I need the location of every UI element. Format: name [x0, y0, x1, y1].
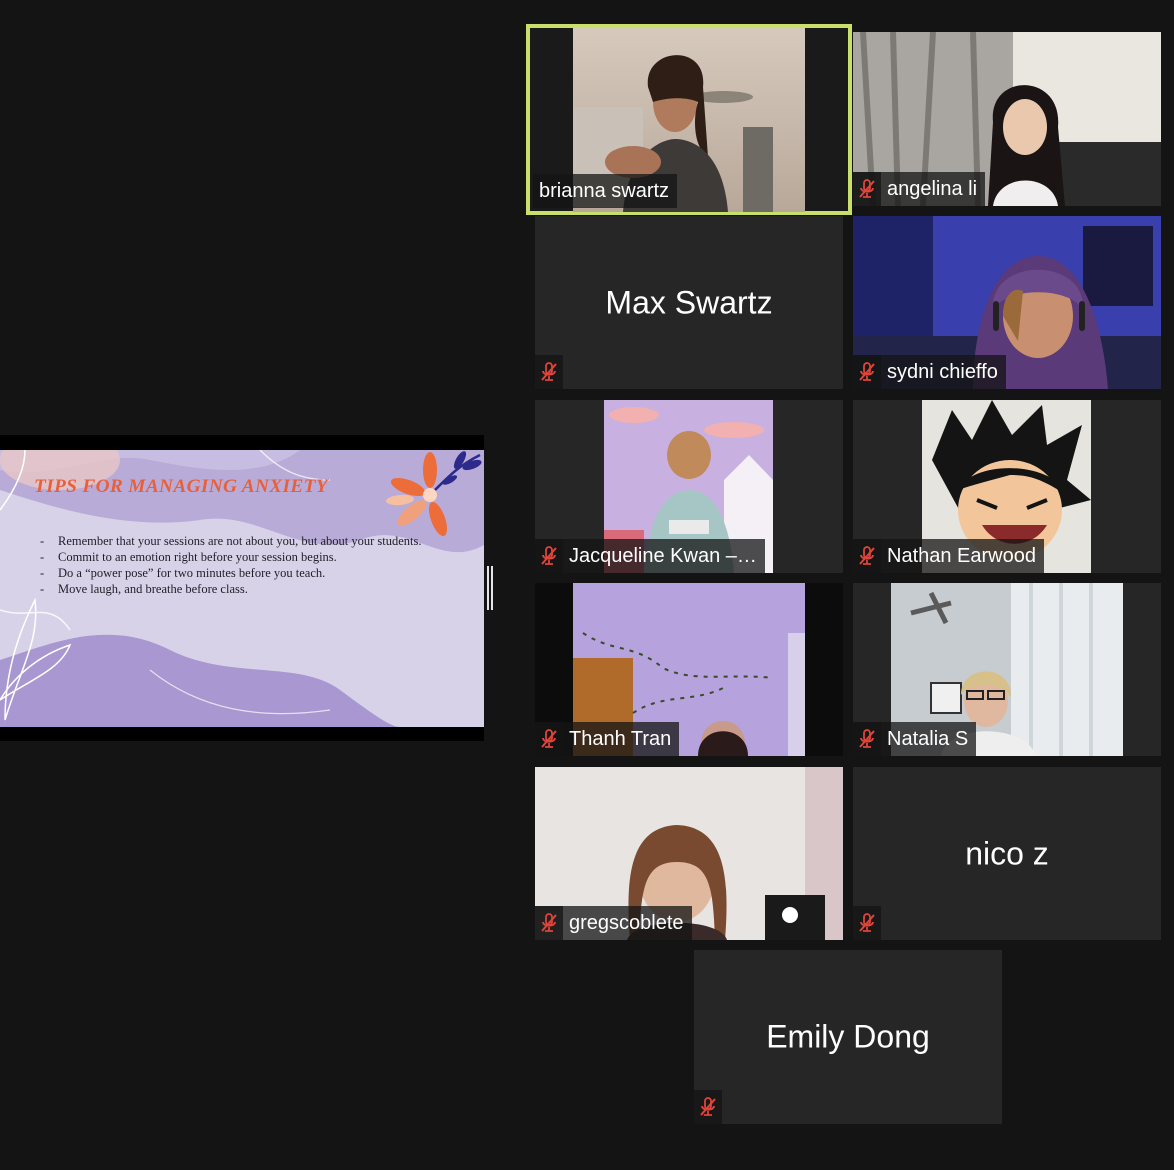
muted-mic-icon — [853, 172, 881, 206]
participant-tile-nico-z[interactable]: nico z — [853, 767, 1161, 940]
muted-mic-icon — [694, 1090, 722, 1124]
participant-name-tag: Thanh Tran — [535, 722, 680, 756]
participant-name: Jacqueline Kwan –… — [569, 544, 757, 567]
shared-screen[interactable]: TIPS FOR MANAGING ANXIETY Remember that … — [0, 435, 484, 741]
slide-bullet-list: Remember that your sessions are not abou… — [40, 533, 440, 597]
participant-name-tag: Nathan Earwood — [853, 539, 1044, 573]
presentation-slide: TIPS FOR MANAGING ANXIETY Remember that … — [0, 450, 484, 727]
participant-tile-emily-dong[interactable]: Emily Dong — [694, 950, 1002, 1124]
participant-name: gregscoblete — [569, 911, 684, 934]
participant-name-tag: brianna swartz — [533, 174, 678, 208]
muted-mic-icon — [535, 722, 563, 756]
muted-mic-icon — [853, 539, 881, 573]
participant-name: brianna swartz — [539, 179, 670, 202]
muted-mic-icon — [853, 906, 881, 940]
participant-name-tag: angelina li — [853, 172, 986, 206]
slide-bullet: Move laugh, and breathe before class. — [40, 581, 440, 597]
participant-tile-sydni-chieffo[interactable]: sydni chieffo — [853, 216, 1161, 389]
participant-name: angelina li — [887, 177, 978, 200]
participant-name: Nathan Earwood — [887, 544, 1036, 567]
participant-display-name: nico z — [965, 835, 1049, 871]
participant-tile-max-swartz[interactable]: Max Swartz — [535, 216, 843, 389]
muted-mic-icon — [853, 355, 881, 389]
participant-name-tag: sydni chieffo — [853, 355, 1006, 389]
resize-handle[interactable] — [487, 566, 493, 610]
muted-mic-icon — [535, 906, 563, 940]
participant-display-name: Max Swartz — [605, 284, 773, 320]
participant-name: Thanh Tran — [569, 727, 672, 750]
muted-mic-icon — [535, 539, 563, 573]
slide-bullet: Remember that your sessions are not abou… — [40, 533, 440, 549]
participant-tile-natalia-s[interactable]: Natalia S — [853, 583, 1161, 756]
slide-bullet: Commit to an emotion right before your s… — [40, 549, 440, 565]
participant-name-tag: Jacqueline Kwan –… — [535, 539, 765, 573]
participant-name-tag: gregscoblete — [535, 906, 692, 940]
participant-tile-jacqueline-kwan[interactable]: Jacqueline Kwan –… — [535, 400, 843, 573]
slide-bullet: Do a “power pose” for two minutes before… — [40, 565, 440, 581]
participant-display-name: Emily Dong — [766, 1018, 930, 1055]
participant-tile-thanh-tran[interactable]: Thanh Tran — [535, 583, 843, 756]
muted-mic-icon — [535, 355, 563, 389]
participant-tile-nathan-earwood[interactable]: Nathan Earwood — [853, 400, 1161, 573]
participant-name: Natalia S — [887, 727, 969, 750]
participant-tile-angelina-li[interactable]: angelina li — [853, 32, 1161, 206]
participant-tile-brianna-swartz[interactable]: brianna swartz — [526, 24, 852, 215]
participant-name-tag: Natalia S — [853, 722, 977, 756]
participant-tile-gregscoblete[interactable]: gregscoblete — [535, 767, 843, 940]
participant-name: sydni chieffo — [887, 360, 998, 383]
muted-mic-icon — [853, 722, 881, 756]
slide-title: TIPS FOR MANAGING ANXIETY — [34, 476, 328, 497]
